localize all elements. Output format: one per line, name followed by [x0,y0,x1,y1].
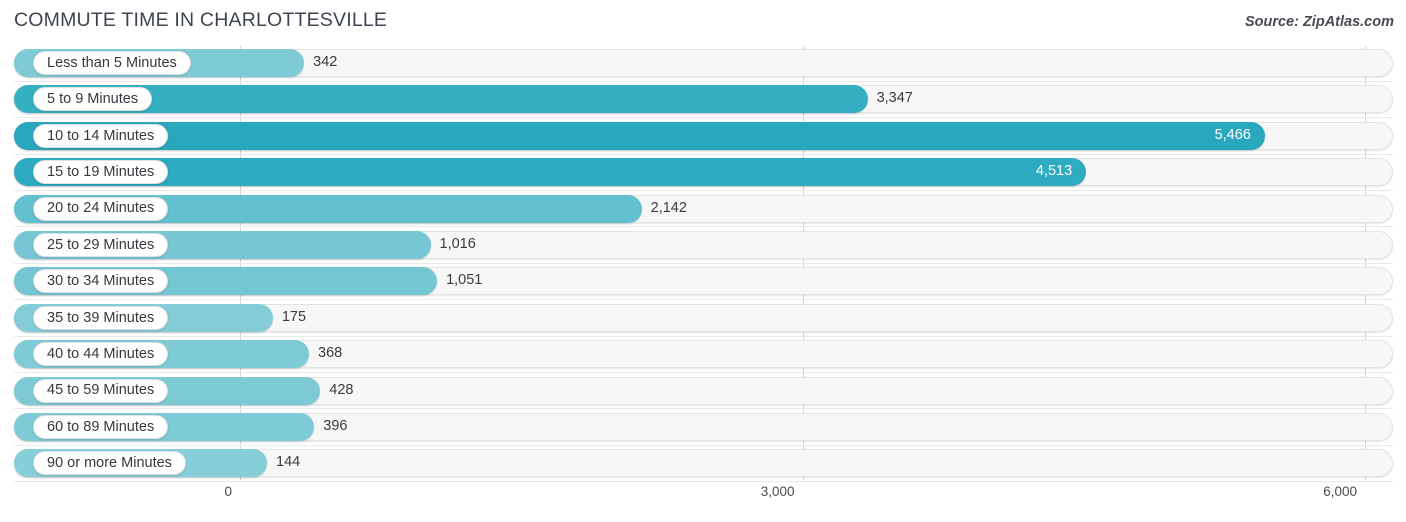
category-label-pill: 20 to 24 Minutes [33,196,169,221]
category-label-text: Less than 5 Minutes [47,54,177,71]
category-label-text: 35 to 39 Minutes [47,309,155,326]
category-label-pill: 10 to 14 Minutes [33,123,169,148]
bar-row[interactable]: 10 to 14 Minutes 5,466 [0,119,1406,155]
category-label-text: 45 to 59 Minutes [47,382,155,399]
row-separator [14,481,1393,483]
bar-value-label: 5,466 [1214,126,1251,143]
bar-value-label: 144 [276,454,301,471]
bar-row[interactable]: 20 to 24 Minutes 2,142 [0,192,1406,228]
category-label-pill: 35 to 39 Minutes [33,305,169,330]
bar-value-label: 396 [323,418,348,434]
bar-fill [14,158,1087,187]
category-label-text: 15 to 19 Minutes [47,163,155,180]
bar-row[interactable]: 40 to 44 Minutes 368 [0,337,1406,374]
bar-row[interactable]: 90 or more Minutes 144 [0,446,1406,483]
category-label-pill: 15 to 19 Minutes [33,160,169,185]
bar-row[interactable]: Less than 5 Minutes 342 [0,46,1406,82]
page-title: COMMUTE TIME IN CHARLOTTESVILLE [14,9,388,31]
x-axis-tick-label: 3,000 [760,484,795,499]
category-label-text: 60 to 89 Minutes [47,418,155,435]
bar-value-label: 175 [281,308,307,325]
bar-value-label: 1,016 [439,236,476,252]
bar-row[interactable]: 30 to 34 Minutes 1,051 [0,264,1406,301]
bar-row[interactable]: 5 to 9 Minutes 3,347 [0,82,1406,119]
category-label-pill: 90 or more Minutes [33,451,186,476]
bar-value-label: 3,347 [876,90,913,107]
category-label-pill: Less than 5 Minutes [33,51,191,75]
bar-row[interactable]: 60 to 89 Minutes 396 [0,410,1406,446]
category-label-text: 5 to 9 Minutes [47,91,139,108]
x-axis-tick-label: 0 [224,484,232,499]
chart-header: COMMUTE TIME IN CHARLOTTESVILLE Source: … [0,0,1406,44]
category-label-pill: 60 to 89 Minutes [33,415,169,439]
category-label-pill: 45 to 59 Minutes [33,378,169,403]
bar-value-label: 342 [313,54,338,70]
bar-row[interactable]: 45 to 59 Minutes 428 [0,374,1406,410]
category-label-text: 10 to 14 Minutes [47,127,155,144]
bar-row[interactable]: 35 to 39 Minutes 175 [0,301,1406,337]
category-label-pill: 30 to 34 Minutes [33,269,169,294]
bar-value-label: 4,513 [1035,163,1073,180]
category-label-pill: 25 to 29 Minutes [33,233,169,257]
bar-row[interactable]: 15 to 19 Minutes 4,513 [0,155,1406,192]
bar-fill [14,121,1265,150]
category-label-pill: 5 to 9 Minutes [33,87,153,112]
bar-value-label: 2,142 [650,199,687,216]
category-label-text: 90 or more Minutes [47,455,172,472]
category-label-text: 40 to 44 Minutes [47,345,155,362]
category-label-pill: 40 to 44 Minutes [33,342,169,367]
bar-value-label: 1,051 [446,272,483,289]
bar-row[interactable]: 25 to 29 Minutes 1,016 [0,228,1406,264]
chart-plot-area: Less than 5 Minutes 342 5 to 9 Minutes 3,34… [0,46,1406,483]
category-label-text: 20 to 24 Minutes [47,200,155,217]
category-label-text: 30 to 34 Minutes [47,273,155,290]
bar-value-label: 428 [329,381,354,398]
source-attribution: Source: ZipAtlas.com [1244,14,1394,30]
category-label-text: 25 to 29 Minutes [47,236,155,253]
bar-value-label: 368 [318,345,343,362]
x-axis: 0 3,000 6,000 [0,484,1406,508]
x-axis-tick-label: 6,000 [1323,484,1357,499]
